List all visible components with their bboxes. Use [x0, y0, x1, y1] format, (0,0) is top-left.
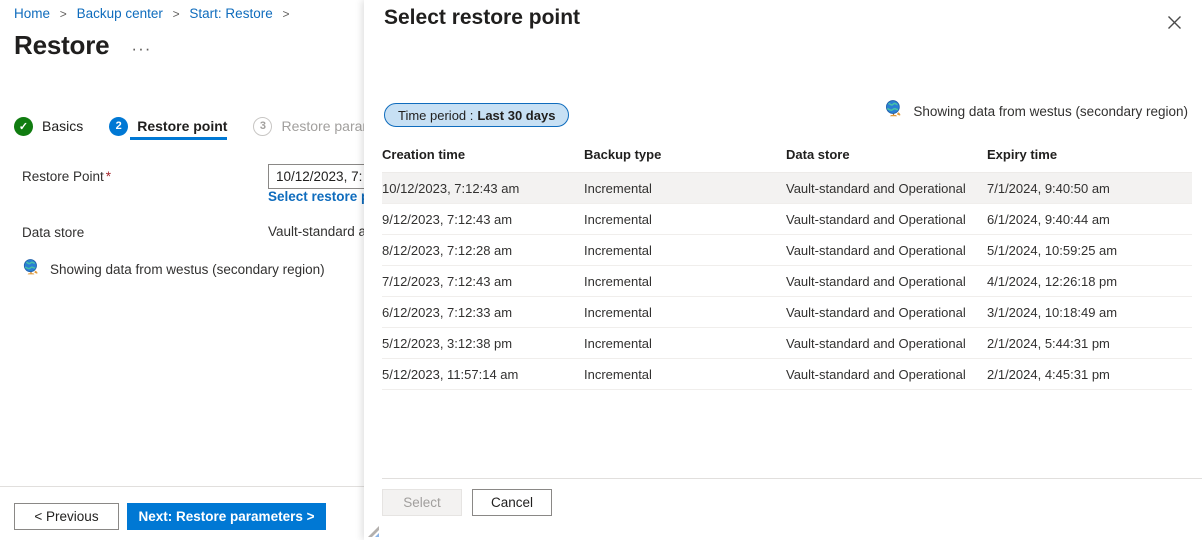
cell-data-store: Vault-standard and Operational	[786, 336, 987, 351]
globe-icon	[22, 258, 40, 281]
cell-expiry-time: 4/1/2024, 12:26:18 pm	[987, 274, 1192, 289]
cell-expiry-time: 2/1/2024, 5:44:31 pm	[987, 336, 1192, 351]
column-header-creation-time[interactable]: Creation time	[382, 147, 584, 172]
cell-expiry-time: 3/1/2024, 10:18:49 am	[987, 305, 1192, 320]
restore-points-table: Creation time Backup type Data store Exp…	[382, 147, 1192, 390]
secondary-region-note: Showing data from westus (secondary regi…	[22, 258, 325, 281]
screen: Home > Backup center > Start: Restore > …	[0, 0, 1202, 540]
data-store-label: Data store	[22, 225, 84, 240]
cell-data-store: Vault-standard and Operational	[786, 305, 987, 320]
next-restore-parameters-button[interactable]: Next: Restore parameters >	[127, 503, 326, 530]
table-row[interactable]: 10/12/2023, 7:12:43 am Incremental Vault…	[382, 173, 1192, 204]
panel-footer: Select Cancel	[364, 478, 1202, 540]
cell-data-store: Vault-standard and Operational	[786, 243, 987, 258]
cell-creation-time: 6/12/2023, 7:12:33 am	[382, 305, 584, 320]
breadcrumb-item-backup-center[interactable]: Backup center	[77, 6, 163, 21]
page-title-row: Restore ···	[14, 30, 151, 61]
page-title: Restore	[14, 30, 109, 61]
required-indicator: *	[106, 169, 111, 184]
cell-backup-type: Incremental	[584, 336, 786, 351]
secondary-region-text: Showing data from westus (secondary regi…	[50, 262, 325, 277]
cell-creation-time: 5/12/2023, 3:12:38 pm	[382, 336, 584, 351]
column-header-expiry-time[interactable]: Expiry time	[987, 147, 1192, 172]
panel-title: Select restore point	[384, 6, 580, 30]
wizard-step-label: Restore point	[137, 118, 227, 134]
time-period-filter-pill[interactable]: Time period : Last 30 days	[384, 103, 569, 127]
select-restore-point-link[interactable]: Select restore p	[268, 189, 369, 204]
table-row[interactable]: 5/12/2023, 11:57:14 am Incremental Vault…	[382, 359, 1192, 390]
step-number-badge: 2	[109, 117, 128, 136]
panel-secondary-region-note: Showing data from westus (secondary regi…	[884, 99, 1188, 123]
cell-data-store: Vault-standard and Operational	[786, 274, 987, 289]
step-number-badge: 3	[253, 117, 272, 136]
breadcrumb-separator: >	[60, 7, 67, 21]
restore-point-label: Restore Point*	[22, 169, 111, 184]
cell-expiry-time: 2/1/2024, 4:45:31 pm	[987, 367, 1192, 382]
cell-backup-type: Incremental	[584, 367, 786, 382]
breadcrumb-separator: >	[173, 7, 180, 21]
cancel-button[interactable]: Cancel	[472, 489, 552, 516]
wizard-footer: < Previous Next: Restore parameters >	[0, 486, 364, 540]
cell-creation-time: 9/12/2023, 7:12:43 am	[382, 212, 584, 227]
table-row[interactable]: 8/12/2023, 7:12:28 am Incremental Vault-…	[382, 235, 1192, 266]
cell-backup-type: Incremental	[584, 181, 786, 196]
cell-expiry-time: 5/1/2024, 10:59:25 am	[987, 243, 1192, 258]
table-row[interactable]: 5/12/2023, 3:12:38 pm Incremental Vault-…	[382, 328, 1192, 359]
panel-secondary-region-text: Showing data from westus (secondary regi…	[913, 104, 1188, 119]
cell-data-store: Vault-standard and Operational	[786, 181, 987, 196]
data-store-value: Vault-standard a	[268, 224, 366, 239]
cell-creation-time: 8/12/2023, 7:12:28 am	[382, 243, 584, 258]
table-row[interactable]: 9/12/2023, 7:12:43 am Incremental Vault-…	[382, 204, 1192, 235]
cell-backup-type: Incremental	[584, 243, 786, 258]
cell-expiry-time: 7/1/2024, 9:40:50 am	[987, 181, 1192, 196]
wizard-step-label: Basics	[42, 118, 83, 134]
wizard-active-underline	[130, 137, 227, 140]
breadcrumb-separator: >	[282, 7, 289, 21]
footer-divider	[0, 486, 364, 487]
table-row[interactable]: 7/12/2023, 7:12:43 am Incremental Vault-…	[382, 266, 1192, 297]
time-period-value: Last 30 days	[477, 108, 555, 123]
resize-grip-icon[interactable]	[368, 525, 380, 537]
breadcrumb-item-home[interactable]: Home	[14, 6, 50, 21]
cell-creation-time: 5/12/2023, 11:57:14 am	[382, 367, 584, 382]
breadcrumb: Home > Backup center > Start: Restore >	[14, 6, 295, 21]
cell-expiry-time: 6/1/2024, 9:40:44 am	[987, 212, 1192, 227]
cell-backup-type: Incremental	[584, 305, 786, 320]
panel-footer-divider	[382, 478, 1202, 479]
cell-data-store: Vault-standard and Operational	[786, 367, 987, 382]
column-header-backup-type[interactable]: Backup type	[584, 147, 786, 172]
cell-backup-type: Incremental	[584, 212, 786, 227]
select-button[interactable]: Select	[382, 489, 462, 516]
cell-backup-type: Incremental	[584, 274, 786, 289]
globe-icon	[884, 99, 903, 123]
table-row[interactable]: 6/12/2023, 7:12:33 am Incremental Vault-…	[382, 297, 1192, 328]
breadcrumb-item-start-restore[interactable]: Start: Restore	[189, 6, 272, 21]
cell-creation-time: 10/12/2023, 7:12:43 am	[382, 181, 584, 196]
select-restore-point-panel: Select restore point Time period : Last …	[364, 0, 1202, 540]
table-header-row: Creation time Backup type Data store Exp…	[382, 147, 1192, 173]
cell-creation-time: 7/12/2023, 7:12:43 am	[382, 274, 584, 289]
more-actions-icon[interactable]: ···	[131, 39, 151, 59]
previous-button[interactable]: < Previous	[14, 503, 119, 530]
restore-wizard-page: Home > Backup center > Start: Restore > …	[0, 0, 380, 540]
column-header-data-store[interactable]: Data store	[786, 147, 987, 172]
time-period-label: Time period :	[398, 108, 473, 123]
check-icon: ✓	[14, 117, 33, 136]
close-icon[interactable]	[1158, 6, 1190, 38]
cell-data-store: Vault-standard and Operational	[786, 212, 987, 227]
wizard-step-basics[interactable]: ✓ Basics	[14, 108, 83, 144]
